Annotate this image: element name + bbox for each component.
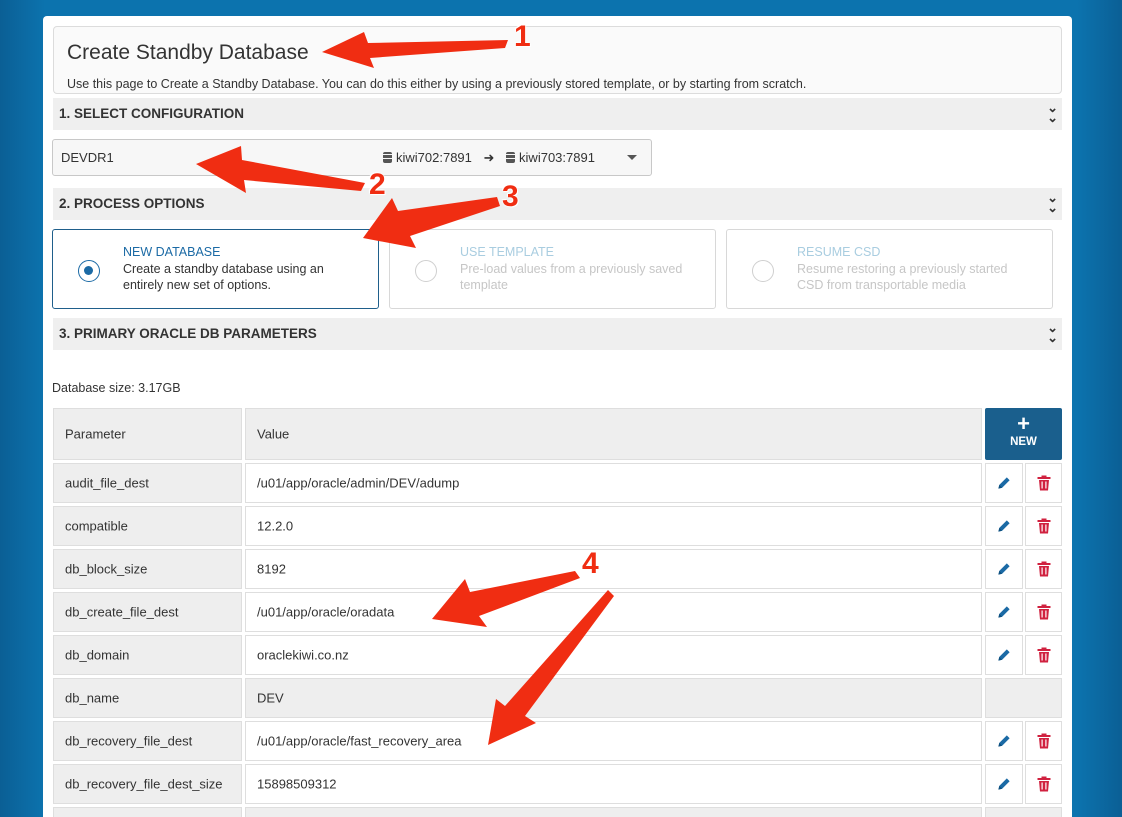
parameter-name-cell: db_domain bbox=[53, 635, 242, 675]
parameter-name-cell: audit_file_dest bbox=[53, 463, 242, 503]
parameter-value-cell[interactable]: oraclekiwi.co.nz bbox=[245, 635, 982, 675]
parameter-name: db_block_size bbox=[65, 561, 148, 577]
column-header-parameter: Parameter bbox=[53, 408, 242, 460]
parameter-value-cell[interactable]: /u01/app/oracle/fast_recovery_area bbox=[245, 721, 982, 761]
parameter-name: audit_file_dest bbox=[65, 475, 149, 491]
edit-pencil-icon[interactable] bbox=[985, 721, 1023, 761]
parameter-name-cell: db_recovery_file_dest_size bbox=[53, 764, 242, 804]
annotation-number: 1 bbox=[514, 20, 531, 53]
parameter-value-cell[interactable]: /u01/app/oracle/admin/DEV/adump bbox=[245, 463, 982, 503]
parameter-value: 8192 bbox=[257, 561, 286, 577]
parameter-name-cell: db_recovery_file_dest bbox=[53, 721, 242, 761]
table-row-partial bbox=[245, 807, 982, 817]
parameter-value: 12.2.0 bbox=[257, 518, 294, 534]
double-chevron-down-icon[interactable]: ⌄ ⌄ bbox=[1047, 101, 1058, 124]
annotation-number: 2 bbox=[369, 168, 386, 201]
parameter-name: db_recovery_file_dest bbox=[65, 733, 193, 749]
option-resume-csd[interactable]: RESUME CSD Resume restoring a previously… bbox=[726, 229, 1053, 309]
option-description: Create a standby database using an entir… bbox=[123, 262, 324, 292]
parameter-name-cell: db_name bbox=[53, 678, 242, 718]
delete-trash-icon[interactable] bbox=[1025, 506, 1062, 546]
delete-trash-icon[interactable] bbox=[1025, 635, 1062, 675]
table-row-partial bbox=[985, 807, 1062, 817]
delete-trash-icon[interactable] bbox=[1025, 549, 1062, 589]
parameter-name: db_name bbox=[65, 690, 120, 706]
radio-button[interactable] bbox=[415, 260, 437, 282]
parameter-name: compatible bbox=[65, 518, 128, 534]
database-icon bbox=[506, 152, 516, 163]
edit-pencil-icon[interactable] bbox=[985, 463, 1023, 503]
plus-icon: + bbox=[1017, 411, 1030, 436]
parameter-name: db_create_file_dest bbox=[65, 604, 179, 620]
actions-cell-empty bbox=[985, 678, 1062, 718]
parameter-name: db_recovery_file_dest_size bbox=[65, 776, 223, 792]
annotation-number: 4 bbox=[582, 547, 599, 580]
parameter-value-cell[interactable]: 12.2.0 bbox=[245, 506, 982, 546]
chevron-down-icon bbox=[627, 155, 637, 160]
configuration-route: kiwi702:7891 ➜ kiwi703:7891 bbox=[383, 150, 599, 166]
parameter-name-cell: db_block_size bbox=[53, 549, 242, 589]
section-primary-db-parameters[interactable]: 3. PRIMARY ORACLE DB PARAMETERS ⌄ ⌄ bbox=[53, 318, 1062, 350]
delete-trash-icon[interactable] bbox=[1025, 463, 1062, 503]
edit-pencil-icon[interactable] bbox=[985, 764, 1023, 804]
edit-pencil-icon[interactable] bbox=[985, 592, 1023, 632]
delete-trash-icon[interactable] bbox=[1025, 721, 1062, 761]
database-icon bbox=[383, 152, 392, 163]
edit-pencil-icon[interactable] bbox=[985, 506, 1023, 546]
source-host: kiwi702:7891 bbox=[396, 150, 472, 165]
option-description: Resume restoring a previously started CS… bbox=[797, 262, 1008, 292]
option-title: NEW DATABASE bbox=[123, 245, 221, 259]
parameter-value: /u01/app/oracle/fast_recovery_area bbox=[257, 733, 462, 749]
double-chevron-down-icon[interactable]: ⌄ ⌄ bbox=[1047, 321, 1058, 344]
delete-trash-icon[interactable] bbox=[1025, 764, 1062, 804]
edit-pencil-icon[interactable] bbox=[985, 549, 1023, 589]
parameter-name-cell: compatible bbox=[53, 506, 242, 546]
page-header: Create Standby Database Use this page to… bbox=[53, 26, 1062, 94]
double-chevron-down-icon[interactable]: ⌄ ⌄ bbox=[1047, 191, 1058, 214]
main-panel: Create Standby Database Use this page to… bbox=[43, 16, 1072, 817]
table-row-partial bbox=[53, 807, 242, 817]
option-title: USE TEMPLATE bbox=[460, 245, 555, 259]
option-description: Pre-load values from a previously saved … bbox=[460, 262, 683, 292]
section-process-options[interactable]: 2. PROCESS OPTIONS ⌄ ⌄ bbox=[53, 188, 1062, 220]
database-size: Database size: 3.17GB bbox=[52, 381, 181, 395]
parameter-value: /u01/app/oracle/admin/DEV/adump bbox=[257, 475, 460, 491]
page-title: Create Standby Database bbox=[67, 41, 309, 64]
section-label: 1. SELECT CONFIGURATION bbox=[59, 106, 245, 121]
section-select-configuration[interactable]: 1. SELECT CONFIGURATION ⌄ ⌄ bbox=[53, 98, 1062, 130]
configuration-select[interactable]: DEVDR1 kiwi702:7891 ➜ kiwi703:7891 bbox=[52, 139, 652, 176]
arrow-right-icon: ➜ bbox=[483, 150, 495, 165]
option-use-template[interactable]: USE TEMPLATE Pre-load values from a prev… bbox=[389, 229, 716, 309]
parameter-value: /u01/app/oracle/oradata bbox=[257, 604, 395, 620]
parameter-value: DEV bbox=[257, 690, 284, 706]
page-description: Use this page to Create a Standby Databa… bbox=[67, 77, 807, 91]
parameter-value-cell[interactable]: 15898509312 bbox=[245, 764, 982, 804]
edit-pencil-icon[interactable] bbox=[985, 635, 1023, 675]
parameter-value: 15898509312 bbox=[257, 776, 337, 792]
parameter-value-cell[interactable]: 8192 bbox=[245, 549, 982, 589]
target-host: kiwi703:7891 bbox=[519, 150, 595, 165]
radio-button[interactable] bbox=[78, 260, 100, 282]
radio-button[interactable] bbox=[752, 260, 774, 282]
annotation-number: 3 bbox=[502, 180, 519, 213]
parameter-name: db_domain bbox=[65, 647, 130, 663]
column-header-value: Value bbox=[245, 408, 982, 460]
section-label: 3. PRIMARY ORACLE DB PARAMETERS bbox=[59, 326, 317, 341]
parameter-value-cell: DEV bbox=[245, 678, 982, 718]
parameter-value: oraclekiwi.co.nz bbox=[257, 647, 349, 663]
configuration-value: DEVDR1 bbox=[61, 150, 114, 165]
option-new-database[interactable]: NEW DATABASE Create a standby database u… bbox=[52, 229, 379, 309]
parameter-name-cell: db_create_file_dest bbox=[53, 592, 242, 632]
new-parameter-button[interactable]: + NEW bbox=[985, 408, 1062, 460]
option-title: RESUME CSD bbox=[797, 245, 881, 259]
parameter-value-cell[interactable]: /u01/app/oracle/oradata bbox=[245, 592, 982, 632]
section-label: 2. PROCESS OPTIONS bbox=[59, 196, 205, 211]
delete-trash-icon[interactable] bbox=[1025, 592, 1062, 632]
